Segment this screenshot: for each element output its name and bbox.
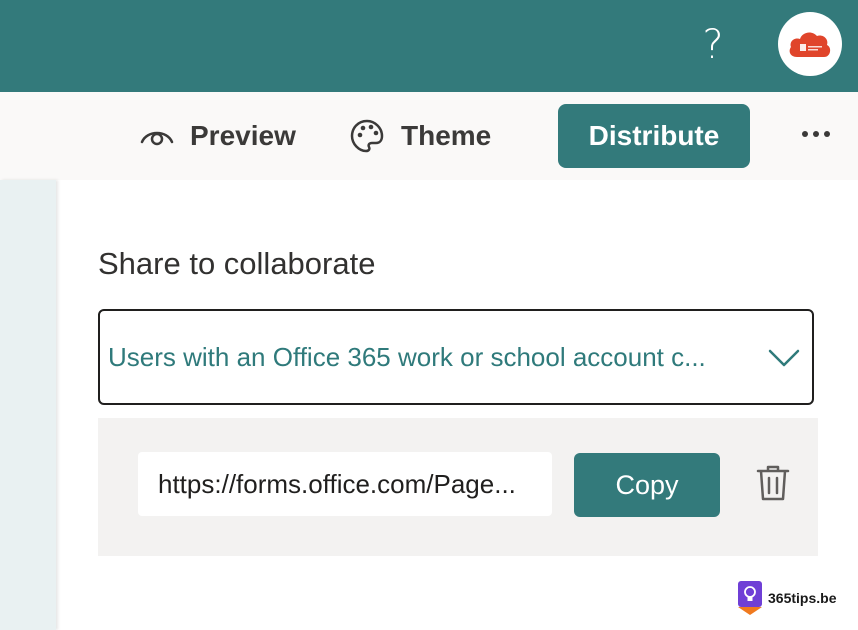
palette-icon (349, 118, 385, 154)
account-avatar[interactable] (778, 12, 842, 76)
permission-selected-value: Users with an Office 365 work or school … (108, 341, 706, 372)
chevron-down-icon (768, 349, 800, 367)
ellipsis-icon (802, 131, 830, 137)
top-header-bar: ? (0, 0, 858, 92)
eye-icon (140, 124, 174, 148)
site-watermark: 365tips.be (736, 578, 836, 618)
share-link-field[interactable] (138, 452, 552, 516)
share-section-title: Share to collaborate (98, 246, 376, 281)
delete-link-button[interactable] (754, 462, 792, 504)
watermark-text: 365tips.be (768, 590, 837, 606)
trash-icon (756, 465, 790, 501)
preview-button[interactable]: Preview (140, 92, 296, 180)
help-icon[interactable]: ? (695, 22, 731, 68)
preview-label: Preview (190, 120, 296, 151)
share-link-panel: Copy (98, 418, 818, 556)
office365-cloud-icon (789, 32, 831, 57)
more-options-button[interactable] (796, 118, 836, 150)
copy-link-button[interactable]: Copy (574, 453, 720, 517)
share-permission-dropdown[interactable]: Users with an Office 365 work or school … (98, 309, 814, 405)
theme-button[interactable]: Theme (349, 92, 491, 180)
theme-label: Theme (401, 120, 492, 151)
lightbulb-logo-icon (738, 581, 762, 615)
distribute-button[interactable]: Distribute (558, 104, 750, 168)
left-panel-edge (0, 180, 56, 630)
